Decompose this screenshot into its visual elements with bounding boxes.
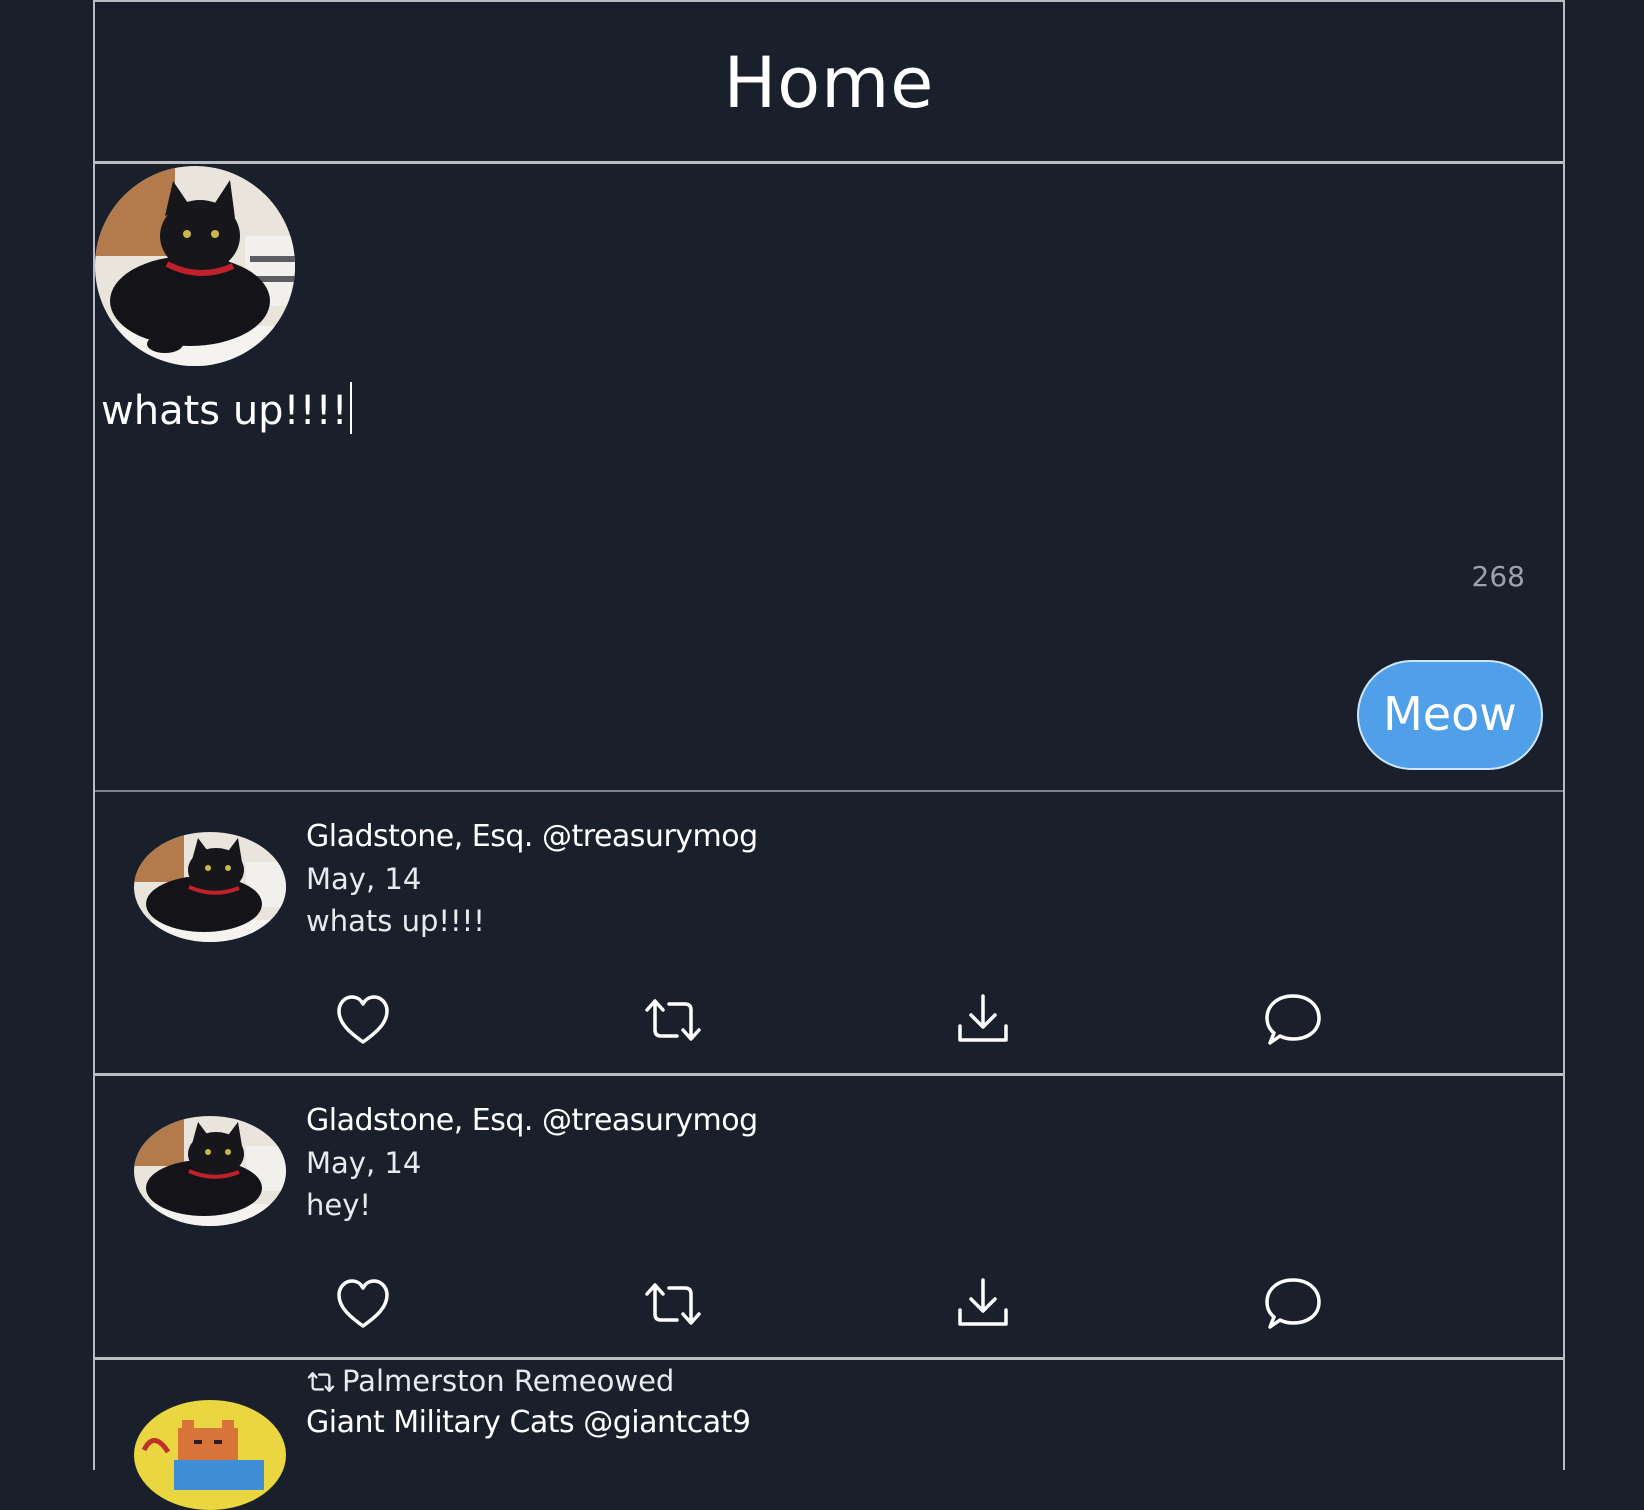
page-header: Home — [95, 0, 1563, 164]
handle: @treasurymog — [542, 1103, 758, 1138]
post-card[interactable]: Gladstone, Esq. @treasurymog May, 14 wha… — [95, 792, 1563, 1076]
post-card[interactable]: Palmerston Remeowed Giant Military Cats … — [95, 1360, 1563, 1510]
timeline-column: Home whats up!!!! 268 Meow Gladstone, Es… — [93, 0, 1565, 1510]
comment-icon[interactable] — [1261, 1272, 1325, 1336]
page-title: Home — [723, 42, 935, 124]
char-counter: 268 — [1471, 560, 1525, 593]
handle: @treasurymog — [542, 819, 758, 854]
remeow-icon[interactable] — [641, 1272, 705, 1336]
post-meta: Gladstone, Esq. @treasurymog May, 14 hey… — [306, 1100, 758, 1226]
black-cat-avatar[interactable] — [134, 1116, 286, 1226]
post-date: May, 14 — [306, 1146, 422, 1180]
post-meta: Gladstone, Esq. @treasurymog May, 14 wha… — [306, 816, 758, 942]
text-caret — [349, 382, 352, 434]
post-author[interactable]: Gladstone, Esq. @treasurymog — [306, 1100, 758, 1142]
heart-icon[interactable] — [331, 1272, 395, 1336]
compose-box: whats up!!!! 268 Meow — [95, 164, 1563, 792]
display-name: Giant Military Cats — [306, 1405, 575, 1440]
meow-button[interactable]: Meow — [1357, 660, 1543, 770]
post-meta: Palmerston Remeowed Giant Military Cats … — [306, 1360, 751, 1444]
post-author[interactable]: Giant Military Cats @giantcat9 — [306, 1402, 751, 1444]
compose-avatar[interactable] — [95, 166, 295, 366]
post-author[interactable]: Gladstone, Esq. @treasurymog — [306, 816, 758, 858]
post-actions — [95, 1272, 1563, 1336]
post-date: May, 14 — [306, 862, 422, 896]
heart-icon[interactable] — [331, 988, 395, 1052]
display-name: Gladstone, Esq. — [306, 1103, 533, 1138]
handle: @giantcat9 — [583, 1405, 751, 1440]
display-name: Gladstone, Esq. — [306, 819, 533, 854]
black-cat-avatar[interactable] — [134, 832, 286, 942]
compose-input[interactable]: whats up!!!! — [101, 382, 352, 437]
remeow-icon[interactable] — [641, 988, 705, 1052]
post-body: hey! — [306, 1188, 372, 1222]
compose-input-text: whats up!!!! — [101, 388, 348, 434]
remeow-label: Palmerston Remeowed — [342, 1364, 675, 1398]
remeow-indicator: Palmerston Remeowed — [306, 1360, 750, 1402]
download-icon[interactable] — [951, 1272, 1015, 1336]
comment-icon[interactable] — [1261, 988, 1325, 1052]
post-actions — [95, 988, 1563, 1052]
post-body: whats up!!!! — [306, 904, 485, 938]
pixel-cat-avatar[interactable] — [134, 1400, 286, 1510]
remeow-icon — [307, 1372, 335, 1392]
post-card[interactable]: Gladstone, Esq. @treasurymog May, 14 hey… — [95, 1076, 1563, 1360]
download-icon[interactable] — [951, 988, 1015, 1052]
